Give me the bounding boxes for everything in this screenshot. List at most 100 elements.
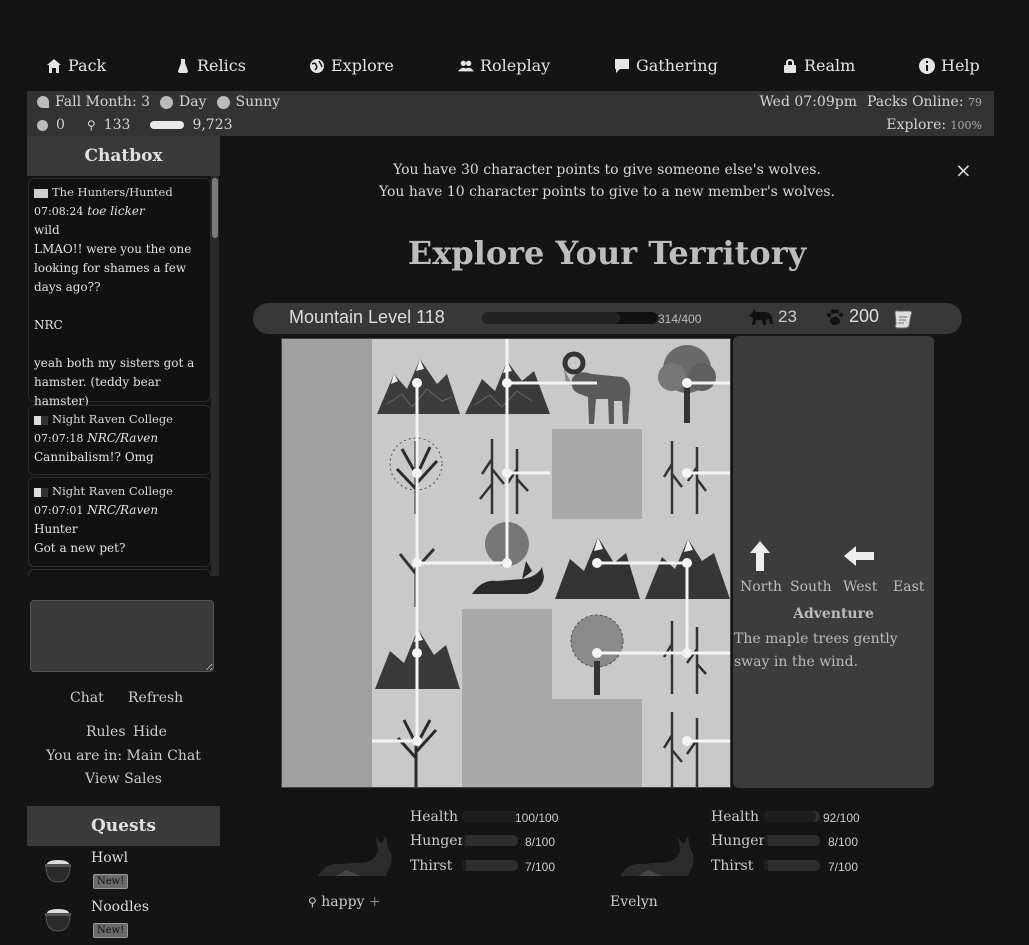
hunger-bar bbox=[764, 835, 820, 846]
map-tile-mountain[interactable] bbox=[552, 519, 642, 609]
map-tile-maple[interactable] bbox=[552, 609, 642, 699]
map-tile-oak[interactable] bbox=[372, 519, 462, 609]
explore-value: 100% bbox=[950, 119, 982, 132]
direction-north[interactable]: North bbox=[740, 579, 782, 595]
plus-icon[interactable]: + bbox=[369, 894, 381, 910]
map-tile-mountain[interactable] bbox=[642, 519, 730, 609]
map-tile-pine[interactable] bbox=[642, 609, 730, 699]
map-edge bbox=[282, 339, 372, 787]
direction-west[interactable]: West bbox=[843, 579, 877, 595]
map-tile-wolf[interactable] bbox=[462, 519, 552, 609]
wolf-name-text: happy bbox=[321, 894, 365, 910]
nav-label: Help bbox=[941, 56, 980, 75]
chat-line: NRC bbox=[34, 318, 63, 332]
quest-name: Noodles bbox=[91, 899, 150, 915]
cauldron-icon bbox=[45, 909, 71, 932]
view-sales-link[interactable]: View Sales bbox=[27, 771, 220, 787]
explore-map[interactable] bbox=[281, 338, 731, 788]
map-tile-pine[interactable] bbox=[642, 429, 730, 519]
flask-icon bbox=[178, 59, 188, 73]
nav-help[interactable]: Help bbox=[919, 52, 980, 80]
notice-line: You have 30 character points to give som… bbox=[393, 162, 821, 178]
pine-tree-icon bbox=[662, 712, 699, 787]
north-arrow-icon[interactable] bbox=[750, 541, 770, 571]
thirst-label: Thirst bbox=[410, 858, 453, 874]
chat-author[interactable]: NRC/Raven bbox=[87, 503, 158, 517]
bare-tree-icon bbox=[396, 719, 438, 787]
nav-pack[interactable]: Pack bbox=[46, 52, 106, 80]
chat-line: Got a new pet? bbox=[34, 541, 126, 555]
map-tile-empty[interactable] bbox=[552, 699, 642, 787]
scroll-thumb[interactable] bbox=[212, 178, 218, 238]
direction-east[interactable]: East bbox=[893, 579, 924, 595]
nav-gathering[interactable]: Gathering bbox=[614, 52, 718, 80]
chat-input[interactable] bbox=[30, 600, 214, 672]
thirst-label: Thirst bbox=[711, 858, 754, 874]
globe-icon bbox=[310, 59, 324, 73]
bare-tree-icon bbox=[389, 437, 443, 514]
chat-line: yeah both my sisters got a hamster. (ted… bbox=[34, 356, 195, 408]
refresh-button[interactable]: Refresh bbox=[128, 690, 183, 706]
map-tile-oak[interactable] bbox=[372, 429, 462, 519]
chat-author[interactable]: toe licker bbox=[87, 204, 144, 218]
chat-message: Night Raven College 07:07:18 NRC/Raven C… bbox=[28, 405, 211, 475]
map-tile-pine[interactable] bbox=[462, 429, 552, 519]
map-tile-mountain[interactable] bbox=[372, 339, 462, 429]
chat-pack[interactable]: The Hunters/Hunted bbox=[52, 185, 173, 199]
chat-message bbox=[28, 569, 211, 576]
acorn-icon bbox=[37, 119, 48, 131]
nav-roleplay[interactable]: Roleplay bbox=[458, 52, 550, 80]
nav-realm[interactable]: Realm bbox=[782, 52, 855, 80]
chat-pack[interactable]: Night Raven College bbox=[52, 484, 173, 498]
new-badge: New! bbox=[93, 874, 129, 889]
currency-b: 133 bbox=[103, 117, 131, 133]
pack-flag-icon bbox=[34, 415, 48, 425]
health-bar bbox=[462, 811, 518, 822]
chat-line: Hunter bbox=[34, 522, 78, 536]
wolf-count: 23 bbox=[748, 307, 797, 327]
rules-link[interactable]: Rules bbox=[86, 724, 126, 740]
explore-label: Explore: bbox=[886, 117, 947, 133]
scroll-icon[interactable] bbox=[892, 309, 914, 329]
chat-line: LMAO!! were you the one looking for sham… bbox=[34, 242, 192, 294]
hide-link[interactable]: Hide bbox=[133, 724, 167, 740]
nav-label: Gathering bbox=[636, 56, 718, 75]
chat-icon bbox=[615, 59, 629, 73]
west-arrow-icon[interactable] bbox=[844, 546, 874, 566]
bone-icon bbox=[150, 121, 185, 129]
wolf-name[interactable]: ⚲ happy + bbox=[308, 894, 381, 910]
wolf-portrait[interactable] bbox=[618, 832, 698, 878]
page-title: Explore Your Territory bbox=[407, 234, 807, 272]
status-bar: Fall Month: 3 Day Sunny 0 ⚲ 133 9,723 We… bbox=[27, 91, 994, 136]
map-tile-mountain[interactable] bbox=[462, 339, 552, 429]
nav-label: Pack bbox=[68, 56, 107, 75]
map-tile-pine[interactable] bbox=[642, 699, 730, 787]
packs-online-count: 79 bbox=[968, 96, 982, 109]
chat-scrollbar[interactable] bbox=[211, 176, 219, 576]
map-tile-oak[interactable] bbox=[372, 699, 462, 787]
weather: Sunny bbox=[235, 94, 281, 110]
map-tile-empty[interactable] bbox=[462, 609, 552, 787]
direction-south[interactable]: South bbox=[790, 579, 832, 595]
wolf-name[interactable]: Evelyn bbox=[610, 894, 658, 910]
map-tile-ram[interactable] bbox=[552, 339, 642, 429]
map-tile-mountain[interactable] bbox=[372, 609, 462, 699]
level-label: Mountain Level 118 bbox=[289, 307, 445, 327]
bones-count: 9,723 bbox=[192, 117, 233, 133]
close-icon[interactable]: × bbox=[955, 158, 972, 182]
chat-line bbox=[34, 297, 205, 316]
quest-item[interactable]: Howl New! bbox=[27, 848, 220, 896]
packs-online-label: Packs Online: bbox=[866, 94, 964, 110]
chat-line: wild bbox=[34, 223, 60, 237]
nav-explore[interactable]: Explore bbox=[309, 52, 394, 80]
chat-author[interactable]: NRC/Raven bbox=[87, 431, 158, 445]
map-tile-maple[interactable] bbox=[642, 339, 730, 429]
chat-button[interactable]: Chat bbox=[70, 690, 104, 706]
wolf-portrait[interactable] bbox=[316, 832, 396, 878]
new-badge: New! bbox=[93, 923, 129, 938]
map-tile-empty[interactable] bbox=[552, 429, 642, 519]
quest-item[interactable]: Noodles New! bbox=[27, 897, 220, 945]
nav-relics[interactable]: Relics bbox=[175, 52, 246, 80]
chat-pack[interactable]: Night Raven College bbox=[52, 412, 173, 426]
leaf-icon bbox=[37, 96, 49, 108]
